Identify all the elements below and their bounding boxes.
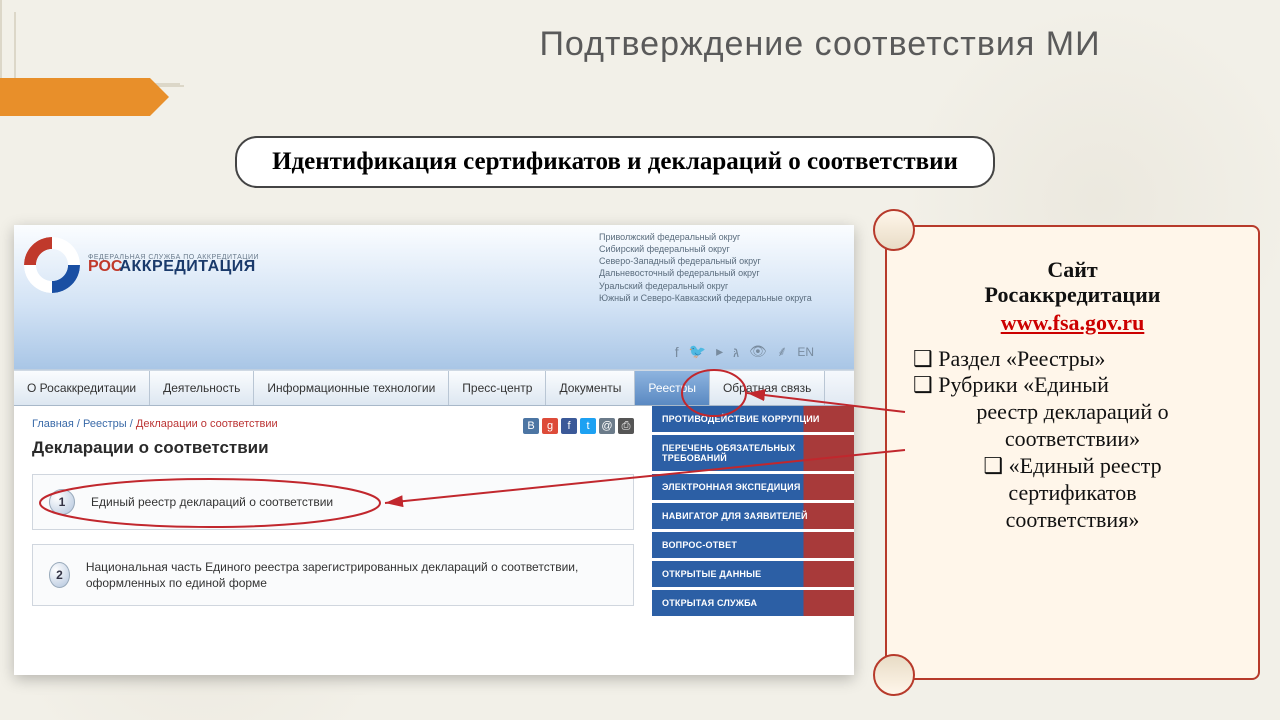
nav-registries[interactable]: Реестры (635, 371, 710, 405)
note-bullet-3b: сертификатов (913, 480, 1232, 507)
nav-docs[interactable]: Документы (546, 371, 635, 405)
entry-number: 1 (49, 489, 75, 515)
share-icons: B g f t @ ⎙ (523, 418, 634, 434)
logo-icon (24, 237, 80, 293)
vk-icon[interactable]: B (523, 418, 539, 434)
sidebar-links: ПРОТИВОДЕЙСТВИЕ КОРРУПЦИИ ПЕРЕЧЕНЬ ОБЯЗА… (652, 406, 854, 632)
note-heading-l1: Сайт (913, 257, 1232, 282)
page-title: Декларации о соответствии (32, 438, 634, 458)
district-item[interactable]: Уральский федеральный округ (599, 280, 814, 292)
note-bullet-3a: «Единый реестр (913, 453, 1232, 480)
sidebar-item-faq[interactable]: ВОПРОС-ОТВЕТ (652, 532, 854, 558)
note-heading-l2: Росаккредитации (913, 282, 1232, 307)
subtitle-banner: Идентификация сертификатов и деклараций … (235, 136, 995, 188)
site-header: ФЕДЕРАЛЬНАЯ СЛУЖБА ПО АККРЕДИТАЦИИ РОСАК… (14, 225, 854, 370)
entry-label: Единый реестр деклараций о соответствии (91, 494, 333, 510)
eye-icon[interactable]: 👁 (749, 343, 767, 360)
youtube-icon[interactable]: ▸ (716, 343, 723, 360)
website-screenshot: ФЕДЕРАЛЬНАЯ СЛУЖБА ПО АККРЕДИТАЦИИ РОСАК… (14, 225, 854, 675)
district-item[interactable]: Дальневосточный федеральный округ (599, 267, 814, 279)
nav-activity[interactable]: Деятельность (150, 371, 254, 405)
note-bullet-2c: соответствии» (913, 426, 1232, 453)
crumb-registries[interactable]: Реестры (83, 418, 127, 430)
main-area: B g f t @ ⎙ Главная / Реестры / Декларац… (14, 406, 854, 632)
note-bullet-2a: Рубрики «Единый (913, 372, 1232, 399)
logo-name: АККРЕДИТАЦИЯ (119, 258, 255, 275)
tw-icon[interactable]: t (580, 418, 596, 434)
site-logo[interactable]: ФЕДЕРАЛЬНАЯ СЛУЖБА ПО АККРЕДИТАЦИИ РОСАК… (24, 237, 259, 293)
note-bullet-3c: соответствия» (913, 507, 1232, 534)
district-item[interactable]: Сибирский федеральный округ (599, 243, 814, 255)
districts-list: Приволжский федеральный округ Сибирский … (599, 231, 814, 304)
note-bullet-2b: реестр деклараций о (913, 399, 1232, 426)
sitemap-icon[interactable]: ⸙ (777, 342, 788, 361)
note-url[interactable]: www.fsa.gov.ru (1001, 310, 1145, 336)
nav-about[interactable]: О Росаккредитации (14, 371, 150, 405)
sidebar-item-expedition[interactable]: ЭЛЕКТРОННАЯ ЭКСПЕДИЦИЯ (652, 474, 854, 500)
main-nav: О Росаккредитации Деятельность Информаци… (14, 370, 854, 406)
twitter-icon[interactable]: 🐦 (689, 343, 706, 360)
nav-feedback[interactable]: Обратная связь (710, 371, 825, 405)
sidebar-item-openservice[interactable]: ОТКРЫТАЯ СЛУЖБА (652, 590, 854, 616)
sidebar-item-anticorruption[interactable]: ПРОТИВОДЕЙСТВИЕ КОРРУПЦИИ (652, 406, 854, 432)
fb-icon[interactable]: f (561, 418, 577, 434)
mail-icon[interactable]: @ (599, 418, 615, 434)
lang-switch[interactable]: EN (797, 345, 814, 359)
nav-it[interactable]: Информационные технологии (254, 371, 449, 405)
crumb-current: Декларации о соответствии (136, 418, 278, 430)
sidebar-item-opendata[interactable]: ОТКРЫТЫЕ ДАННЫЕ (652, 561, 854, 587)
slide-title: Подтверждение соответствия МИ (0, 25, 1280, 64)
rss-icon[interactable]: גּ (733, 344, 739, 360)
entry-label: Национальная часть Единого реестра зарег… (86, 559, 617, 591)
note-bullet-1: Раздел «Реестры» (913, 346, 1232, 373)
district-item[interactable]: Приволжский федеральный округ (599, 231, 814, 243)
content-column: B g f t @ ⎙ Главная / Реестры / Декларац… (14, 406, 652, 632)
registry-entry[interactable]: 2 Национальная часть Единого реестра зар… (32, 544, 634, 606)
crumb-home[interactable]: Главная (32, 418, 74, 430)
logo-prefix: РОС (88, 258, 122, 275)
annotation-scroll: Сайт Росаккредитации www.fsa.gov.ru Разд… (885, 225, 1260, 680)
header-social-row: f 🐦 ▸ גּ 👁 ⸙ EN (675, 342, 814, 361)
sidebar-item-navigator[interactable]: НАВИГАТОР ДЛЯ ЗАЯВИТЕЛЕЙ (652, 503, 854, 529)
entry-number: 2 (49, 562, 70, 588)
orange-accent-tab (0, 78, 150, 116)
sidebar-item-requirements[interactable]: ПЕРЕЧЕНЬ ОБЯЗАТЕЛЬНЫХ ТРЕБОВАНИЙ (652, 435, 854, 471)
registry-entry[interactable]: 1 Единый реестр деклараций о соответстви… (32, 474, 634, 530)
print-icon[interactable]: ⎙ (618, 418, 634, 434)
facebook-icon[interactable]: f (675, 344, 679, 360)
nav-press[interactable]: Пресс-центр (449, 371, 546, 405)
district-item[interactable]: Северо-Западный федеральный округ (599, 255, 814, 267)
district-item[interactable]: Южный и Северо-Кавказский федеральные ок… (599, 292, 814, 304)
gplus-icon[interactable]: g (542, 418, 558, 434)
